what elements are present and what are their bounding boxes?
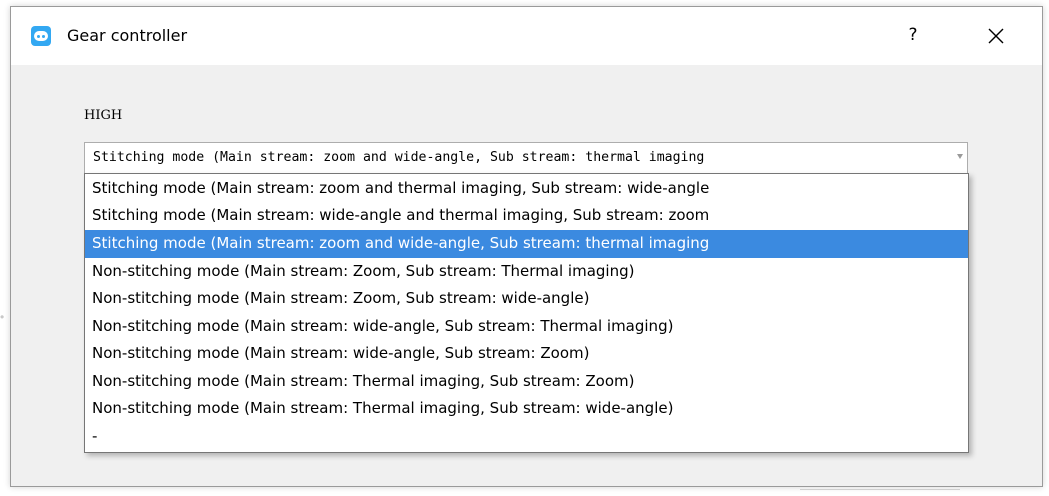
dropdown-option[interactable]: Non-stitching mode (Main stream: Thermal… — [85, 368, 968, 395]
mode-dropdown-list: Stitching mode (Main stream: zoom and th… — [84, 173, 969, 453]
robot-eye-right — [42, 35, 45, 38]
dropdown-option[interactable]: Stitching mode (Main stream: wide-angle … — [85, 202, 968, 229]
dialog-titlebar[interactable]: Gear controller ? — [11, 7, 1042, 65]
background-glyph: • — [0, 310, 5, 324]
dropdown-option[interactable]: Non-stitching mode (Main stream: Zoom, S… — [85, 285, 968, 312]
dropdown-option[interactable]: Non-stitching mode (Main stream: wide-an… — [85, 313, 968, 340]
level-label: HIGH — [84, 108, 123, 123]
dropdown-option[interactable]: - — [85, 423, 968, 450]
dropdown-option-selected[interactable]: Stitching mode (Main stream: zoom and wi… — [85, 230, 968, 258]
dialog-title: Gear controller — [67, 26, 188, 45]
mode-select[interactable]: Stitching mode (Main stream: zoom and wi… — [84, 142, 968, 174]
chevron-down-icon[interactable] — [957, 154, 963, 159]
mode-select-value: Stitching mode (Main stream: zoom and wi… — [93, 150, 705, 165]
dropdown-option[interactable]: Stitching mode (Main stream: zoom and th… — [85, 175, 968, 202]
close-button[interactable] — [981, 21, 1011, 51]
dropdown-option[interactable]: Non-stitching mode (Main stream: Zoom, S… — [85, 258, 968, 285]
close-icon — [988, 28, 1004, 44]
dropdown-option[interactable]: Non-stitching mode (Main stream: wide-an… — [85, 340, 968, 367]
robot-face-shape — [34, 31, 48, 41]
dropdown-option[interactable]: Non-stitching mode (Main stream: Thermal… — [85, 395, 968, 422]
robot-eye-left — [37, 35, 40, 38]
robot-face-icon — [31, 26, 51, 46]
help-button[interactable]: ? — [899, 21, 927, 49]
